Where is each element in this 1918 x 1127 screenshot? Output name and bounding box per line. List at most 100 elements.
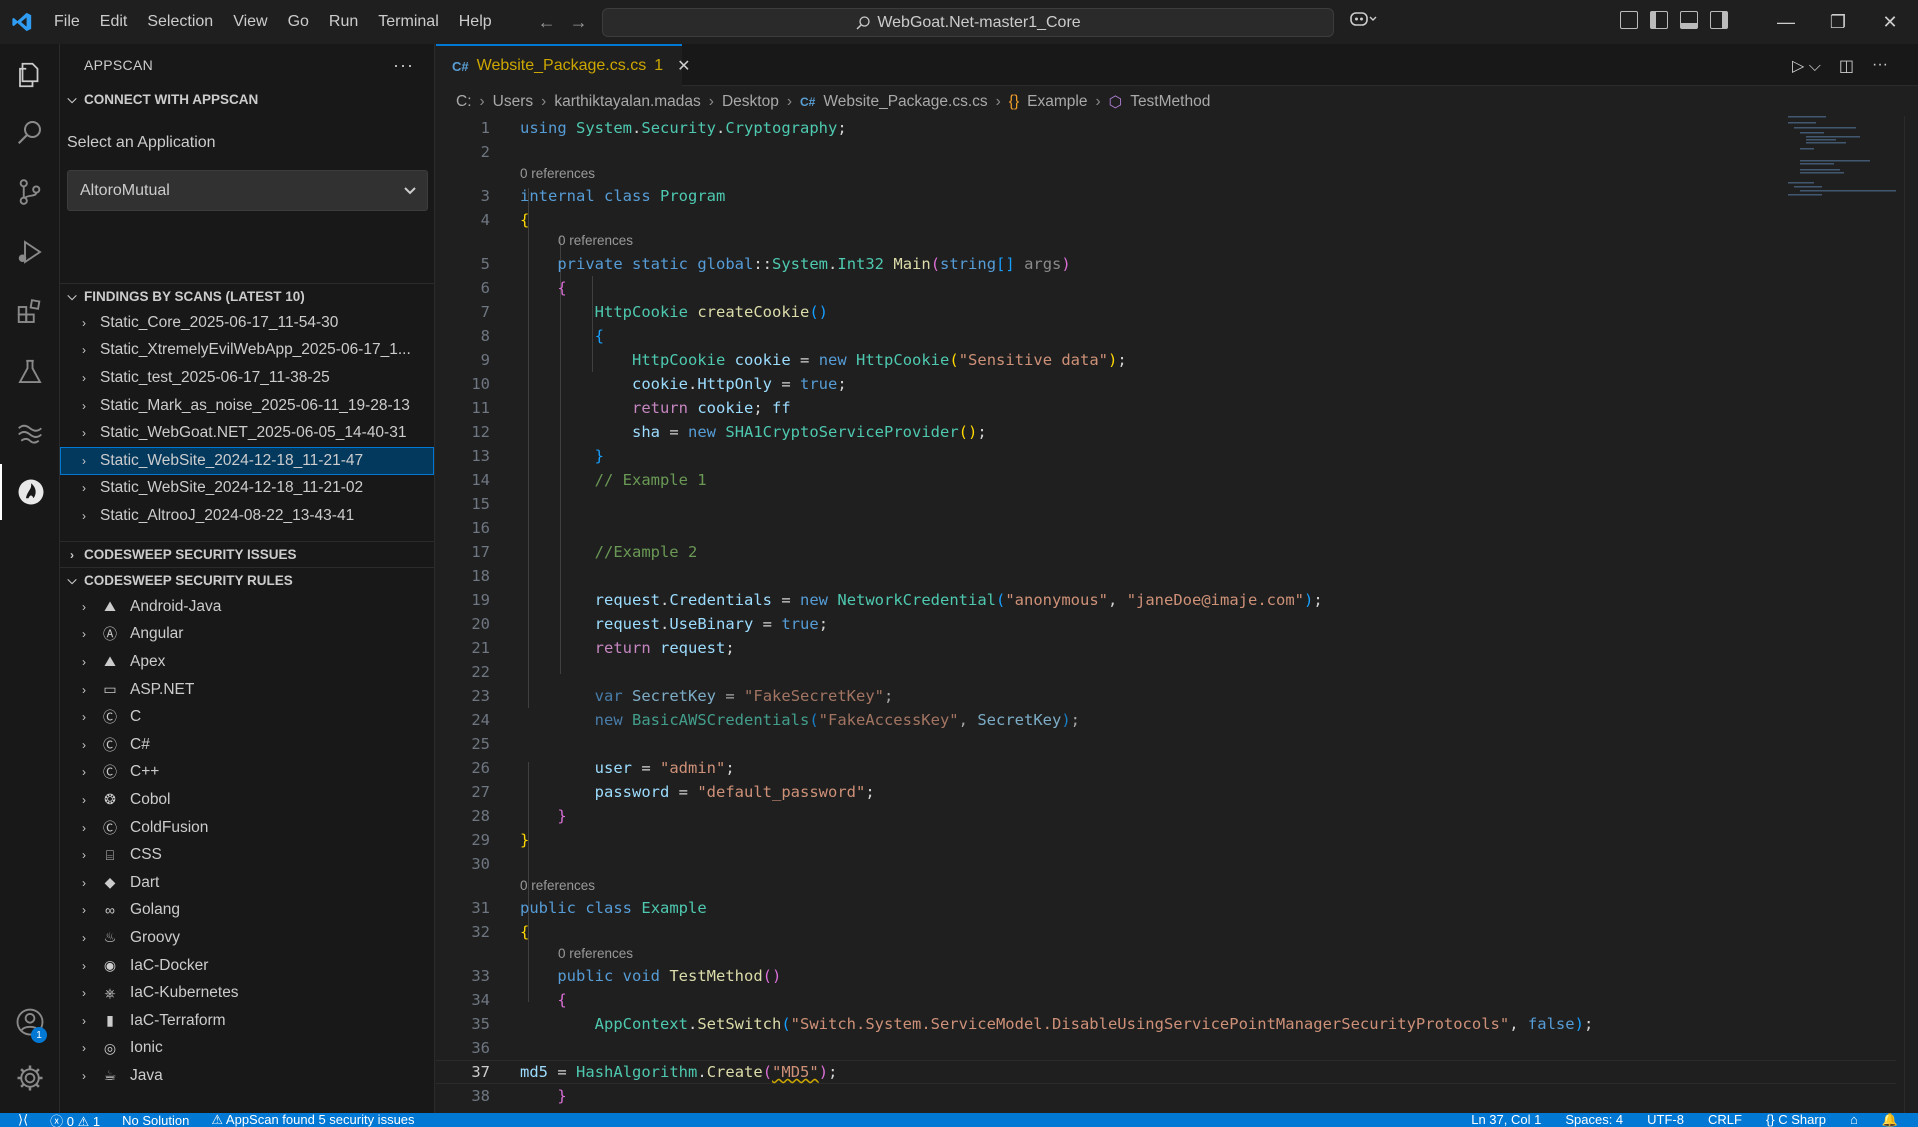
codelens-references[interactable]: 0 references bbox=[520, 166, 595, 181]
breadcrumb-item[interactable]: Example bbox=[1027, 93, 1087, 111]
manage-gear-icon[interactable] bbox=[0, 1050, 60, 1106]
scan-item[interactable]: › Static_Mark_as_noise_2025-06-11_19-28-1… bbox=[60, 392, 434, 420]
breadcrumb-item[interactable]: Desktop bbox=[722, 93, 779, 111]
codelens-references[interactable]: 0 references bbox=[558, 233, 633, 248]
accounts-icon[interactable]: 1 bbox=[0, 994, 60, 1050]
appscan-icon[interactable] bbox=[0, 464, 60, 520]
rule-item-coldfusion[interactable]: › Ⓒ ColdFusion bbox=[60, 814, 434, 842]
split-editor-icon[interactable]: ◫ bbox=[1839, 56, 1854, 76]
solution-status[interactable]: No Solution bbox=[122, 1113, 189, 1127]
editor-scrollbar[interactable] bbox=[1904, 116, 1918, 1113]
run-play-icon[interactable]: ▷ ⌵ bbox=[1792, 56, 1821, 76]
menu-go[interactable]: Go bbox=[278, 0, 319, 44]
command-center-search[interactable]: WebGoat.Net-master1_Core bbox=[602, 8, 1334, 37]
toggle-primary-sidebar-icon[interactable] bbox=[1650, 11, 1668, 29]
more-actions-icon[interactable]: ··· bbox=[393, 55, 414, 76]
explorer-icon[interactable] bbox=[0, 47, 60, 103]
code-line-29: 29} bbox=[471, 831, 530, 849]
scan-item-label: Static_WebSite_2024-12-18_11-21-47 bbox=[100, 451, 364, 469]
rule-item-java[interactable]: › ☕ Java bbox=[60, 1062, 434, 1090]
rule-item-c[interactable]: › Ⓒ C bbox=[60, 703, 434, 731]
minimap[interactable] bbox=[1788, 116, 1898, 196]
rule-item-apex[interactable]: › ⛰ Apex bbox=[60, 648, 434, 676]
rule-item-ionic[interactable]: › ◎ Ionic bbox=[60, 1035, 434, 1063]
source-control-icon[interactable] bbox=[0, 164, 60, 220]
scan-item-label: Static_WebGoat.NET_2025-06-05_14-40-31 bbox=[100, 424, 407, 442]
menu-help[interactable]: Help bbox=[449, 0, 502, 44]
language-mode[interactable]: {} C Sharp bbox=[1766, 1113, 1826, 1127]
rule-item-groovy[interactable]: › ♨ Groovy bbox=[60, 924, 434, 952]
copilot-icon[interactable] bbox=[1350, 10, 1378, 33]
menu-file[interactable]: File bbox=[44, 0, 90, 44]
scan-item[interactable]: › Static_WebSite_2024-12-18_11-21-47 bbox=[60, 446, 434, 475]
testing-flask-icon[interactable] bbox=[0, 344, 60, 400]
breadcrumb-item[interactable]: karthiktayalan.madas bbox=[554, 93, 700, 111]
rule-item-dart[interactable]: › ◆ Dart bbox=[60, 869, 434, 897]
codesweep-issues-header[interactable]: › CODESWEEP SECURITY ISSUES bbox=[60, 541, 434, 567]
rule-item-cobol[interactable]: › ❂ Cobol bbox=[60, 786, 434, 814]
appscan-status-text: AppScan found 5 security issues bbox=[225, 1113, 415, 1127]
application-select[interactable]: AltoroMutual bbox=[67, 170, 428, 211]
code-line-31: 31 public class Example bbox=[471, 899, 707, 917]
run-debug-icon[interactable] bbox=[0, 224, 60, 280]
close-window-icon[interactable]: ✕ bbox=[1864, 12, 1916, 33]
notifications-icon[interactable]: 🔔 bbox=[1882, 1113, 1898, 1127]
encoding[interactable]: UTF-8 bbox=[1647, 1113, 1684, 1127]
menu-selection[interactable]: Selection bbox=[137, 0, 223, 44]
rule-item-iac-terraform[interactable]: › ▮ IaC-Terraform bbox=[60, 1007, 434, 1035]
rule-item-golang[interactable]: › ∞ Golang bbox=[60, 897, 434, 925]
code-editor[interactable]: 1 using System.Security.Cryptography; 2 0… bbox=[436, 116, 1896, 1113]
remote-icon[interactable]: ⟩⟨ bbox=[18, 1113, 28, 1127]
codelens-references[interactable]: 0 references bbox=[520, 878, 595, 893]
scan-item[interactable]: › Static_AltrooJ_2024-08-22_13-43-41 bbox=[60, 502, 434, 530]
problems-indicator[interactable]: ⓧ 0 ⚠ 1 bbox=[50, 1113, 100, 1127]
findings-section-header[interactable]: ⌵ FINDINGS BY SCANS (LATEST 10) bbox=[60, 283, 434, 309]
restore-icon[interactable]: ❐ bbox=[1812, 12, 1864, 33]
rule-item-iac-kubernetes[interactable]: › ⎈ IaC-Kubernetes bbox=[60, 979, 434, 1007]
breadcrumb-item[interactable]: TestMethod bbox=[1130, 93, 1210, 111]
breadcrumb-item[interactable]: C: bbox=[456, 93, 472, 111]
menu-view[interactable]: View bbox=[223, 0, 277, 44]
rule-item-android-java[interactable]: › ⛰ Android-Java bbox=[60, 593, 434, 621]
scan-item[interactable]: › Static_test_2025-06-17_11-38-25 bbox=[60, 364, 434, 392]
connect-section-header[interactable]: ⌵ CONNECT WITH APPSCAN bbox=[60, 86, 434, 112]
breadcrumb-item[interactable]: Users bbox=[493, 93, 533, 111]
menu-terminal[interactable]: Terminal bbox=[368, 0, 448, 44]
codesweep-rules-header[interactable]: ⌵ CODESWEEP SECURITY RULES bbox=[60, 567, 434, 593]
copilot-status-icon[interactable]: ⌂ bbox=[1850, 1113, 1858, 1127]
appscan-status[interactable]: ⚠ AppScan found 5 security issues bbox=[211, 1113, 414, 1127]
scan-item[interactable]: › Static_Core_2025-06-17_11-54-30 bbox=[60, 309, 434, 337]
end-of-line[interactable]: CRLF bbox=[1708, 1113, 1742, 1127]
rule-item-asp-net[interactable]: › ▭ ASP.NET bbox=[60, 676, 434, 704]
cursor-position[interactable]: Ln 37, Col 1 bbox=[1471, 1113, 1541, 1127]
tab-website-package[interactable]: C# Website_Package.cs.cs 1 ✕ bbox=[436, 44, 691, 86]
rule-item-iac-docker[interactable]: › ◉ IaC-Docker bbox=[60, 952, 434, 980]
rule-item-c-[interactable]: › Ⓒ C++ bbox=[60, 759, 434, 787]
breadcrumb-item[interactable]: Website_Package.cs.cs bbox=[823, 93, 987, 111]
toggle-secondary-sidebar-icon[interactable] bbox=[1710, 11, 1728, 29]
minimize-icon[interactable]: — bbox=[1760, 12, 1812, 33]
codelens-references[interactable]: 0 references bbox=[558, 946, 633, 961]
more-actions-icon[interactable]: ··· bbox=[1872, 56, 1888, 76]
indentation[interactable]: Spaces: 4 bbox=[1565, 1113, 1623, 1127]
chevron-right-icon: › bbox=[82, 875, 86, 890]
forward-arrow-icon[interactable]: → bbox=[570, 12, 588, 33]
chevron-right-icon: › bbox=[82, 792, 86, 807]
search-view-icon[interactable] bbox=[0, 104, 60, 160]
toggle-panel-icon[interactable] bbox=[1680, 11, 1698, 29]
scan-item[interactable]: › Static_WebSite_2024-12-18_11-21-02 bbox=[60, 475, 434, 503]
menu-run[interactable]: Run bbox=[319, 0, 368, 44]
rule-item-css[interactable]: › ⌸ CSS bbox=[60, 841, 434, 869]
rule-item-angular[interactable]: › Ⓐ Angular bbox=[60, 621, 434, 649]
rule-item-c-[interactable]: › Ⓒ C# bbox=[60, 731, 434, 759]
waves-icon[interactable] bbox=[0, 404, 60, 460]
customize-layout-icon[interactable] bbox=[1620, 11, 1638, 29]
scan-item[interactable]: › Static_WebGoat.NET_2025-06-05_14-40-31 bbox=[60, 419, 434, 447]
menu-edit[interactable]: Edit bbox=[90, 0, 138, 44]
back-arrow-icon[interactable]: ← bbox=[538, 12, 556, 33]
code-line-4: 4{ bbox=[480, 211, 530, 229]
application-select-value: AltoroMutual bbox=[80, 181, 170, 199]
close-icon[interactable]: ✕ bbox=[677, 56, 690, 76]
extensions-icon[interactable] bbox=[0, 284, 60, 340]
scan-item[interactable]: › Static_XtremelyEvilWebApp_2025-06-17_1.… bbox=[60, 337, 434, 365]
